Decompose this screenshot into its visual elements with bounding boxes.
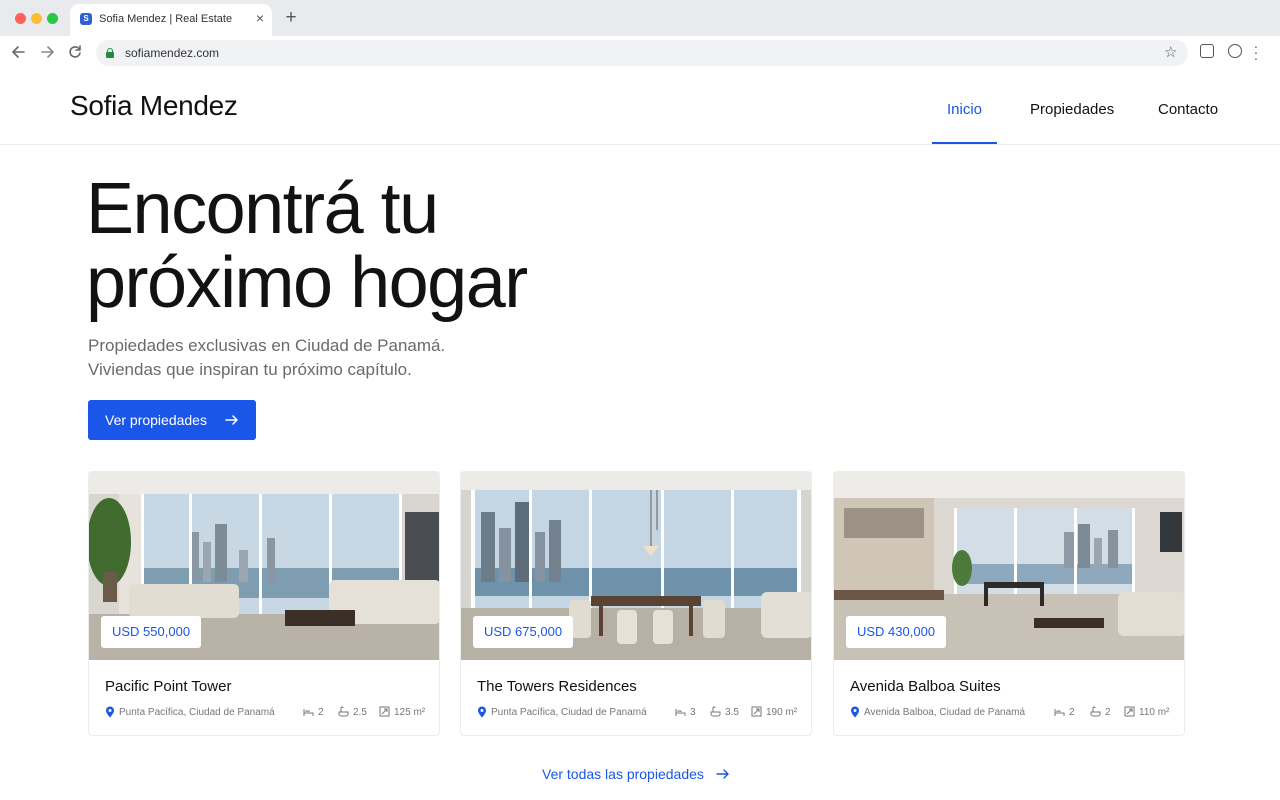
hero-subtitle-line-2: Viviendas que inspiran tu próximo capítu… (88, 360, 412, 379)
bathrooms-count: 3.5 (725, 707, 739, 718)
reload-button[interactable] (64, 41, 86, 63)
property-title[interactable]: Pacific Point Tower (105, 678, 231, 695)
property-area: 110 m² (1139, 707, 1170, 718)
location-pin-icon (851, 706, 859, 718)
price-badge: USD 430,000 (846, 616, 947, 648)
minimize-window-button[interactable] (31, 13, 42, 24)
extension-icon[interactable] (1200, 44, 1214, 58)
area-icon (1124, 706, 1135, 717)
property-photo[interactable]: USD 675,000 (461, 472, 811, 660)
property-photo[interactable]: USD 430,000 (834, 472, 1184, 660)
view-properties-button[interactable]: Ver propiedades (88, 400, 256, 440)
arrow-right-icon (225, 415, 238, 425)
nav-link-contacto[interactable]: Contacto (1158, 101, 1218, 118)
price-badge: USD 550,000 (101, 616, 202, 648)
property-title[interactable]: The Towers Residences (477, 678, 637, 695)
back-arrow-icon (12, 46, 25, 58)
property-area: 125 m² (394, 707, 426, 718)
bedrooms-count: 2 (1069, 707, 1075, 718)
arrow-right-icon[interactable] (716, 767, 730, 781)
bedrooms-count: 3 (690, 707, 696, 718)
browser-toolbar: sofiamendez.com ☆ · · · (0, 36, 1280, 70)
price-badge: USD 675,000 (473, 616, 574, 648)
location-pin-icon (106, 706, 114, 718)
area-icon (379, 706, 390, 717)
property-card[interactable]: USD 675,000 The Towers Residences Punta … (460, 471, 812, 736)
property-card[interactable]: USD 550,000 Pacific Point Tower Punta Pa… (88, 471, 440, 736)
bed-icon (303, 709, 314, 716)
forward-button[interactable] (36, 41, 58, 63)
favicon-icon: S (80, 13, 92, 25)
bath-icon (1090, 706, 1101, 717)
back-button[interactable] (8, 41, 30, 63)
browser-menu-icon[interactable]: · · · (1253, 39, 1259, 65)
profile-icon[interactable] (1228, 44, 1242, 58)
location-pin-icon (478, 706, 486, 718)
new-tab-button[interactable]: + (282, 8, 300, 28)
property-area: 190 m² (766, 707, 798, 718)
brand-logo[interactable]: Sofia Mendez (70, 90, 238, 122)
bookmark-star-icon[interactable]: ☆ (1164, 43, 1177, 63)
see-all-properties-link[interactable]: Ver todas las propiedades (542, 766, 704, 782)
bed-icon (1054, 709, 1065, 716)
nav-link-inicio[interactable]: Inicio (947, 101, 982, 118)
bedrooms-count: 2 (318, 707, 324, 718)
close-window-button[interactable] (15, 13, 26, 24)
hero-title: Encontrá tu próximo hogar (86, 169, 528, 323)
forward-arrow-icon (41, 46, 54, 58)
property-location: Avenida Balboa, Ciudad de Panamá (864, 707, 1026, 718)
view-properties-label: Ver propiedades (105, 412, 207, 428)
site-header: Sofia Mendez Inicio Propiedades Contacto (0, 70, 1280, 145)
maximize-window-button[interactable] (47, 13, 58, 24)
property-location: Punta Pacífica, Ciudad de Panamá (119, 707, 275, 718)
bathrooms-count: 2 (1105, 707, 1111, 718)
hero-subtitle: Propiedades exclusivas en Ciudad de Pana… (88, 334, 588, 382)
property-meta: Avenida Balboa, Ciudad de Panamá 2 2 110… (850, 706, 1170, 720)
property-location: Punta Pacífica, Ciudad de Panamá (491, 707, 647, 718)
browser-chrome: S Sofia Mendez | Real Estate × + sofiame… (0, 0, 1280, 70)
bath-icon (710, 706, 721, 717)
address-bar[interactable]: sofiamendez.com ☆ (96, 40, 1188, 66)
tab-close-icon[interactable]: × (252, 10, 268, 26)
bed-icon (675, 709, 686, 716)
url-text: sofiamendez.com (125, 46, 220, 60)
tab-strip: S Sofia Mendez | Real Estate × + (0, 0, 1280, 36)
tab-title: Sofia Mendez | Real Estate (99, 13, 233, 25)
active-nav-indicator (932, 142, 997, 144)
reload-icon (69, 45, 81, 58)
bath-icon (338, 706, 349, 717)
browser-tab[interactable]: S Sofia Mendez | Real Estate × (70, 4, 272, 36)
property-meta: Punta Pacífica, Ciudad de Panamá 3 3.5 1… (477, 706, 797, 720)
area-icon (751, 706, 762, 717)
bathrooms-count: 2.5 (353, 707, 367, 718)
hero-subtitle-line-1: Propiedades exclusivas en Ciudad de Pana… (88, 336, 446, 355)
property-photo[interactable]: USD 550,000 (89, 472, 439, 660)
lock-icon (106, 48, 114, 58)
property-card[interactable]: USD 430,000 Avenida Balboa Suites Avenid… (833, 471, 1185, 736)
property-meta: Punta Pacífica, Ciudad de Panamá 2 2.5 1… (105, 706, 425, 720)
property-title[interactable]: Avenida Balboa Suites (850, 678, 1001, 695)
nav-link-propiedades[interactable]: Propiedades (1030, 101, 1114, 118)
